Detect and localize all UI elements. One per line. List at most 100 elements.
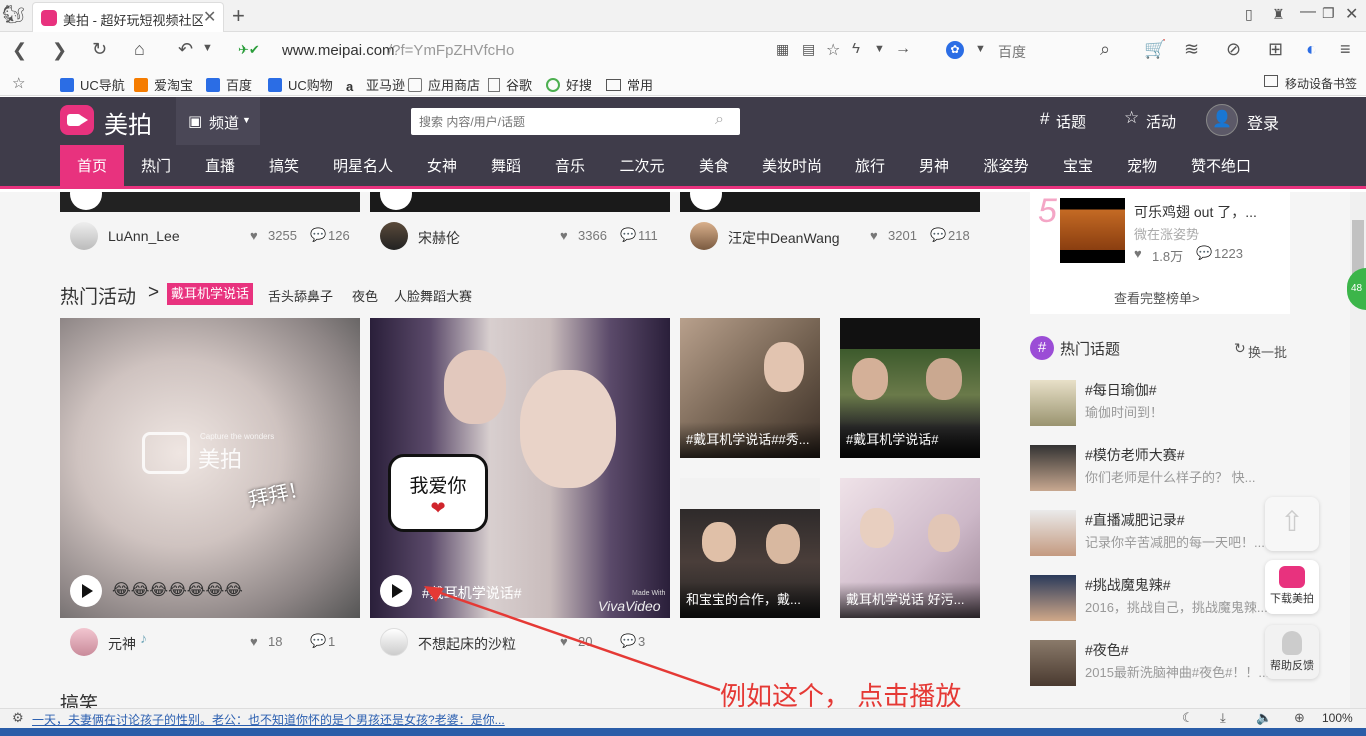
rank-title[interactable]: 可乐鸡翅 out 了，... [1134,202,1257,222]
download-app-button[interactable]: 下载美拍 [1265,560,1319,614]
nav-item-hot[interactable]: 热门 [124,145,188,189]
uc-logo-icon[interactable]: 🐿 [2,4,30,28]
nav-item-god[interactable]: 男神 [902,145,966,189]
activity-link[interactable]: 活动 [1146,111,1176,132]
nav-item-food[interactable]: 美食 [682,145,746,189]
search-engine-label[interactable]: 百度 [998,42,1026,62]
nav-item-celebrity[interactable]: 明星名人 [316,145,410,189]
chevron-down-icon[interactable]: ▼ [202,42,213,54]
block-icon[interactable]: ⊘ [1226,39,1241,60]
play-button[interactable] [380,575,412,607]
bookmark-item[interactable]: 应用商店 [408,75,488,93]
back-icon[interactable]: ❮ [12,40,27,61]
download-icon[interactable]: ⤓ [1220,710,1226,726]
chevron-down-icon[interactable]: ▼ [975,43,986,55]
refresh-link[interactable]: 换一批 [1248,342,1287,361]
forward-icon[interactable]: ❯ [52,40,67,61]
baidu-paw-icon[interactable]: ✿ [946,41,964,59]
avatar[interactable] [70,222,98,250]
mobile-bookmarks[interactable]: 移动设备书签 [1285,75,1357,92]
night-mode-icon[interactable]: ☾ [1182,710,1194,726]
undo-icon[interactable]: ↶ [178,39,193,60]
tab-list-icon[interactable]: ▯ [1245,6,1253,23]
comment-icon[interactable]: 💬 [620,227,636,243]
video-card-3[interactable]: #戴耳机学说话##秀... [680,318,820,458]
url-domain[interactable]: www.meipai.com [282,42,395,59]
bookmark-item[interactable]: UC购物 [268,75,346,93]
activity-tag-active[interactable]: 戴耳机学说话 [167,283,254,305]
refresh-icon[interactable]: ↻ [1234,340,1246,357]
nav-item-home[interactable]: 首页 [60,145,124,189]
bookmark-item[interactable]: 爱淘宝 [134,75,206,93]
zoom-icon[interactable]: ⊕ [1294,710,1305,726]
avatar[interactable] [380,222,408,250]
browser-tab[interactable]: 美拍 - 超好玩短视频社区 ✕ [32,2,224,32]
comment-icon[interactable]: 💬 [310,633,326,649]
nav-item-travel[interactable]: 旅行 [838,145,902,189]
video-thumb-top-1[interactable] [60,192,360,212]
chevron-right-icon[interactable]: > [148,282,159,304]
nav-item-baby[interactable]: 宝宝 [1046,145,1110,189]
help-feedback-button[interactable]: 帮助反馈 [1265,625,1319,679]
menu-icon[interactable]: ≡ [1340,39,1351,60]
comment-icon[interactable]: 💬 [310,227,326,243]
heart-icon[interactable]: ♥ [560,228,568,243]
heart-icon[interactable]: ♥ [870,228,878,243]
bookmark-star-icon[interactable]: ☆ [12,74,25,92]
video-author[interactable]: 宋赫伦 [418,228,460,248]
news-ticker[interactable]: 一天，夫妻俩在讨论孩子的性别。老公：也不知道你怀的是个男孩还是女孩?老婆：是你.… [32,711,505,728]
view-full-rank-link[interactable]: 查看完整榜单> [1114,288,1200,307]
video-author[interactable]: 汪定中DeanWang [728,228,840,248]
topic-item[interactable]: #每日瑜伽# 瑜伽时间到！ [1030,380,1290,430]
play-button[interactable] [380,192,412,210]
search-icon[interactable]: ⌕ [1100,39,1110,60]
logo-text[interactable]: 美拍 [104,105,152,140]
apps-grid-icon[interactable]: ⊞ [1268,39,1283,60]
nav-item-beauty[interactable]: 美妆时尚 [746,145,838,189]
home-icon[interactable]: ⌂ [134,39,145,60]
close-tab-icon[interactable]: ✕ [203,7,216,27]
topics-link[interactable]: 话题 [1056,111,1086,132]
site-search-input[interactable] [411,108,701,135]
nav-item-praise[interactable]: 赞不绝口 [1174,145,1268,189]
meipai-logo-icon[interactable] [60,105,94,135]
restore-icon[interactable]: ❐ [1322,5,1335,22]
rank-thumb[interactable] [1060,198,1125,263]
play-button[interactable] [70,192,102,210]
user-avatar-icon[interactable]: 👤 [1206,104,1238,136]
video-author[interactable]: LuAnn_Lee [108,228,180,244]
gear-icon[interactable]: ⚙ [12,710,24,726]
bookmark-item[interactable]: 常用 [606,75,666,93]
heart-icon[interactable]: ♥ [1134,246,1142,261]
bookmark-item[interactable]: a 亚马逊 [346,75,408,94]
video-thumb-top-2[interactable] [370,192,670,212]
skin-icon[interactable]: ♜ [1272,6,1285,23]
video-card-6[interactable]: 戴耳机学说话 好污... [840,478,980,618]
topic-item[interactable]: #夜色# 2015最新洗脑神曲#夜色#！！... [1030,640,1290,690]
cart-icon[interactable]: 🛒 [1144,39,1166,60]
video-thumb-top-3[interactable] [680,192,980,212]
rank-author[interactable]: 微在涨姿势 [1134,224,1199,243]
channel-dropdown[interactable]: ▣ 频道 ▼ [176,97,260,145]
activity-tag[interactable]: 夜色 [352,286,378,305]
lightning-icon[interactable]: ϟ [852,40,860,57]
qr-icon[interactable]: ▦ [776,41,789,58]
activity-tag[interactable]: 人脸舞蹈大赛 [394,286,472,305]
topic-item[interactable]: #挑战魔鬼辣# 2016，挑战自己，挑战魔鬼辣... [1030,575,1290,625]
avatar[interactable] [70,628,98,656]
volume-icon[interactable]: 🔈 [1256,710,1272,726]
avatar[interactable] [380,628,408,656]
nav-item-acg[interactable]: 二次元 [602,145,682,189]
nav-item-live[interactable]: 直播 [188,145,252,189]
nav-item-pets[interactable]: 宠物 [1110,145,1174,189]
star-icon[interactable]: ☆ [826,40,840,60]
nav-item-music[interactable]: 音乐 [538,145,602,189]
activity-tag[interactable]: 舌头舔鼻子 [268,286,333,305]
topic-item[interactable]: #直播减肥记录# 记录你辛苦减肥的每一天吧！... [1030,510,1290,560]
chevron-down-icon[interactable]: ▼ [874,43,885,55]
video-author[interactable]: 元神 [108,634,136,654]
section-title[interactable]: 搞笑 [60,689,98,708]
extension-icon[interactable]: ◐ [1306,39,1317,60]
search-icon[interactable]: ⌕ [715,111,724,129]
close-window-icon[interactable]: ✕ [1345,4,1358,24]
